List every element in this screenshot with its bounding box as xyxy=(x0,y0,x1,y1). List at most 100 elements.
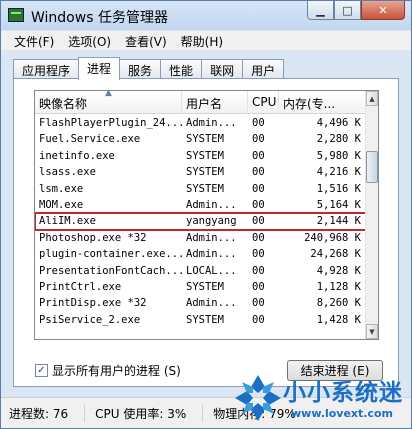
cell-image-name: inetinfo.exe xyxy=(39,149,115,162)
processes-panel: ▲ 映像名称 用户名 CPU 内存(专... FlashPlayerPlugin… xyxy=(13,78,399,387)
menu-bar: 文件(F) 选项(O) 查看(V) 帮助(H) xyxy=(1,31,411,51)
cell-cpu: 00 xyxy=(252,198,265,211)
watermark: 小小系统迷 www.lovext.com xyxy=(231,369,409,427)
tab-networking[interactable]: 联网 xyxy=(201,59,244,79)
cell-image-name: Fuel.Service.exe xyxy=(39,133,141,146)
table-row[interactable]: FlashPlayerPlugin_24... Admin... 00 4,496 K xyxy=(35,115,367,131)
table-header: ▲ 映像名称 用户名 CPU 内存(专... xyxy=(35,91,367,114)
table-row[interactable]: inetinfo.exe SYSTEM 00 5,980 K xyxy=(35,148,367,164)
cell-memory: 5,164 K xyxy=(316,198,361,211)
cell-user-name: SYSTEM xyxy=(186,280,224,293)
cell-image-name: PrintDisp.exe *32 xyxy=(39,297,147,310)
cell-memory: 1,128 K xyxy=(316,280,361,293)
show-all-users-option[interactable]: ✓ 显示所有用户的进程 (S) xyxy=(35,362,181,379)
menu-file[interactable]: 文件(F) xyxy=(9,31,59,50)
table-row[interactable]: PrintCtrl.exe SYSTEM 00 1,128 K xyxy=(35,279,367,295)
cell-memory: 1,428 K xyxy=(316,313,361,326)
cell-cpu: 00 xyxy=(252,149,265,162)
cell-memory: 5,980 K xyxy=(316,149,361,162)
cell-memory: 4,928 K xyxy=(316,264,361,277)
cell-user-name: Admin... xyxy=(186,117,237,129)
table-row[interactable]: lsm.exe SYSTEM 00 1,516 K xyxy=(35,181,367,197)
cell-user-name: SYSTEM xyxy=(186,133,224,146)
cell-image-name: plugin-container.exe... xyxy=(39,248,182,261)
cell-memory: 8,260 K xyxy=(316,297,361,310)
caption-buttons: ▁ □ ✕ xyxy=(307,1,405,20)
title-bar: Windows 任务管理器 ▁ □ ✕ xyxy=(1,1,411,30)
table-row[interactable]: PresentationFontCach... LOCAL... 00 4,928 K xyxy=(35,263,367,279)
window-title: Windows 任务管理器 xyxy=(31,10,168,26)
cell-memory: 2,144 K xyxy=(316,215,361,228)
maximize-button[interactable]: □ xyxy=(334,1,361,20)
column-image-name[interactable]: ▲ 映像名称 xyxy=(35,91,182,114)
table-row[interactable]: MOM.exe Admin... 00 5,164 K xyxy=(35,197,367,213)
cell-image-name: lsass.exe xyxy=(39,166,96,179)
scroll-up-arrow-icon[interactable]: ▲ xyxy=(366,91,378,106)
cell-image-name: lsm.exe xyxy=(39,182,84,195)
table-body: FlashPlayerPlugin_24... Admin... 00 4,496 K… xyxy=(35,115,368,328)
cell-image-name: Photoshop.exe *32 xyxy=(39,231,147,244)
menu-options[interactable]: 选项(O) xyxy=(63,31,116,50)
table-row[interactable]: lsass.exe SYSTEM 00 4,216 K xyxy=(35,164,367,180)
tab-users[interactable]: 用户 xyxy=(242,59,285,79)
cell-image-name: PsiService_2.exe xyxy=(39,313,141,326)
column-user-name[interactable]: 用户名 xyxy=(182,91,248,114)
cell-memory: 4,496 K xyxy=(316,117,361,129)
cell-user-name: Admin... xyxy=(186,297,237,310)
cell-image-name: MOM.exe xyxy=(39,198,84,211)
table-row[interactable]: PrintDisp.exe *32 Admin... 00 8,260 K xyxy=(35,295,367,311)
cell-memory: 24,268 K xyxy=(310,248,361,261)
cell-image-name: AliIM.exe xyxy=(39,215,96,228)
menu-view[interactable]: 查看(V) xyxy=(120,31,172,50)
close-button[interactable]: ✕ xyxy=(361,1,405,20)
cell-cpu: 00 xyxy=(252,280,265,293)
cell-user-name: yangyang xyxy=(186,215,237,228)
column-cpu[interactable]: CPU xyxy=(248,91,279,114)
cell-user-name: Admin... xyxy=(186,198,237,211)
table-row[interactable]: PsiService_2.exe SYSTEM 00 1,428 K xyxy=(35,312,367,328)
cell-user-name: Admin... xyxy=(186,248,237,261)
cell-user-name: SYSTEM xyxy=(186,313,224,326)
cell-user-name: SYSTEM xyxy=(186,149,224,162)
watermark-text: 小小系统迷 xyxy=(283,380,403,406)
cell-memory: 240,968 K xyxy=(304,231,361,244)
status-cpu-usage: CPU 使用率: 3% xyxy=(95,404,204,422)
tab-strip: 应用程序 进程 服务 性能 联网 用户 xyxy=(13,57,285,80)
tab-performance[interactable]: 性能 xyxy=(160,59,203,79)
scroll-down-arrow-icon[interactable]: ▼ xyxy=(366,324,378,339)
show-all-users-label: 显示所有用户的进程 (S) xyxy=(52,364,181,378)
task-manager-window: Windows 任务管理器 ▁ □ ✕ 文件(F) 选项(O) 查看(V) 帮助… xyxy=(0,0,412,429)
sort-arrow-icon: ▲ xyxy=(105,91,112,98)
cell-memory: 4,216 K xyxy=(316,166,361,179)
table-row[interactable]: Fuel.Service.exe SYSTEM 00 2,280 K xyxy=(35,131,367,147)
status-process-count: 进程数: 76 xyxy=(9,404,86,422)
table-row[interactable]: plugin-container.exe... Admin... 00 24,268 … xyxy=(35,246,367,262)
tab-services[interactable]: 服务 xyxy=(119,59,162,79)
cell-cpu: 00 xyxy=(252,297,265,310)
cell-image-name: FlashPlayerPlugin_24... xyxy=(39,117,182,129)
show-all-users-checkbox[interactable]: ✓ xyxy=(35,364,48,377)
tab-processes[interactable]: 进程 xyxy=(78,57,121,80)
column-memory[interactable]: 内存(专... xyxy=(279,91,367,114)
cell-user-name: SYSTEM xyxy=(186,182,224,195)
table-row-highlighted[interactable]: AliIM.exe yangyang 00 2,144 K xyxy=(35,212,368,231)
scroll-thumb[interactable] xyxy=(366,151,378,183)
cell-user-name: Admin... xyxy=(186,231,237,244)
tab-applications[interactable]: 应用程序 xyxy=(13,59,80,79)
cell-user-name: LOCAL... xyxy=(186,264,237,277)
cell-image-name: PresentationFontCach... xyxy=(39,264,182,277)
vertical-scrollbar[interactable]: ▲ ▼ xyxy=(365,91,378,339)
menu-help[interactable]: 帮助(H) xyxy=(176,31,228,50)
process-table: ▲ 映像名称 用户名 CPU 内存(专... FlashPlayerPlugin… xyxy=(34,90,379,340)
cell-cpu: 00 xyxy=(252,215,265,228)
cell-cpu: 00 xyxy=(252,264,265,277)
cell-cpu: 00 xyxy=(252,313,265,326)
minimize-button[interactable]: ▁ xyxy=(307,1,334,20)
cell-cpu: 00 xyxy=(252,166,265,179)
cell-memory: 2,280 K xyxy=(316,133,361,146)
cell-cpu: 00 xyxy=(252,231,265,244)
cell-memory: 1,516 K xyxy=(316,182,361,195)
watermark-logo-icon xyxy=(235,375,281,421)
cell-cpu: 00 xyxy=(252,117,265,129)
table-row[interactable]: Photoshop.exe *32 Admin... 00 240,968 K xyxy=(35,230,367,246)
